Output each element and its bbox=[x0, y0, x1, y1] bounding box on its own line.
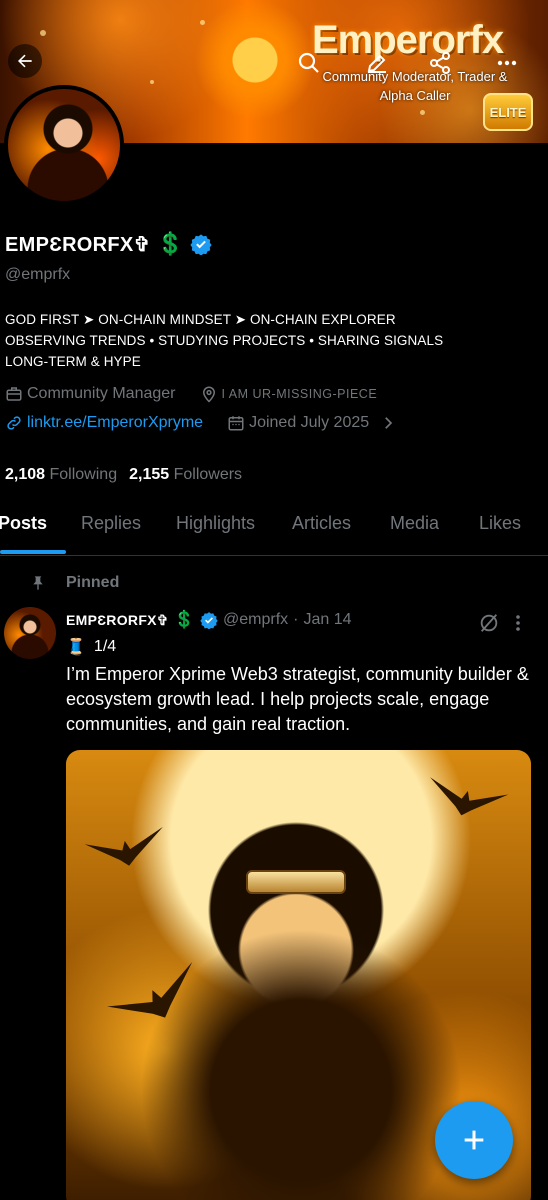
post-separator: · bbox=[293, 611, 299, 628]
post-author-avatar[interactable] bbox=[4, 607, 56, 659]
thread-icon: 🧵 bbox=[66, 639, 86, 656]
compose-button[interactable] bbox=[435, 1101, 513, 1179]
dollar-emoji: 💲 bbox=[156, 231, 185, 256]
post-header: EMPƐRORFX✞ 💲 @emprfx · Jan 14 bbox=[66, 610, 352, 630]
profile-meta-row-1: Community Manager I AM UR-MISSING-PIECE bbox=[5, 385, 377, 403]
post-text: I’m Emperor Xprime Web3 strategist, comm… bbox=[66, 664, 529, 734]
tab-replies[interactable]: Replies bbox=[81, 508, 141, 556]
crow-silhouette bbox=[103, 958, 208, 1038]
share-icon bbox=[430, 52, 450, 74]
joined-label: Joined July 2025 bbox=[249, 414, 370, 431]
profile-avatar[interactable] bbox=[4, 85, 124, 205]
verified-badge-icon[interactable] bbox=[190, 233, 212, 255]
compose-plus-icon bbox=[464, 1130, 484, 1150]
search-button[interactable] bbox=[294, 48, 324, 78]
back-button[interactable] bbox=[8, 44, 42, 78]
edit-icon bbox=[367, 54, 386, 73]
website-item[interactable]: linktr.ee/EmperorXpryme bbox=[5, 414, 203, 432]
followers-label: Followers bbox=[173, 466, 243, 483]
category-item: Community Manager bbox=[5, 385, 176, 403]
thread-marker: 🧵 1/4 bbox=[66, 637, 116, 657]
thread-count: 1/4 bbox=[93, 638, 117, 655]
tab-posts[interactable]: Posts bbox=[0, 508, 47, 556]
post-more-icon bbox=[516, 615, 520, 631]
crow-silhouette bbox=[423, 770, 510, 825]
pinned-indicator: Pinned bbox=[30, 574, 119, 592]
location-label: I AM UR-MISSING-PIECE bbox=[221, 387, 378, 401]
joined-item[interactable]: Joined July 2025 bbox=[227, 414, 397, 432]
verified-badge-icon[interactable] bbox=[200, 611, 218, 629]
banner-title: Emperorfx bbox=[312, 18, 504, 62]
profile-tabs: Posts Replies Highlights Articles Media … bbox=[0, 508, 548, 556]
pin-icon bbox=[33, 576, 43, 590]
more-icon bbox=[497, 60, 517, 66]
post-date[interactable]: Jan 14 bbox=[303, 611, 351, 629]
post-more-button[interactable] bbox=[508, 610, 528, 636]
tab-highlights[interactable]: Highlights bbox=[176, 508, 255, 556]
tab-likes[interactable]: Likes bbox=[479, 508, 521, 556]
link-icon bbox=[7, 416, 21, 430]
display-name: EMPƐRORFX✞ bbox=[5, 233, 151, 256]
grok-icon bbox=[480, 614, 498, 632]
tab-articles[interactable]: Articles bbox=[292, 508, 351, 556]
followers-count: 2,155 bbox=[129, 466, 170, 483]
more-button[interactable] bbox=[490, 48, 524, 78]
search-icon bbox=[298, 52, 319, 73]
location-pin-icon bbox=[202, 386, 215, 403]
following-stat[interactable]: 2,108 Following bbox=[5, 466, 117, 484]
headband bbox=[246, 870, 346, 894]
profile-bio: GOD FIRST ➤ ON-CHAIN MINDSET ➤ ON-CHAIN … bbox=[5, 309, 443, 372]
crow-silhouette bbox=[83, 823, 168, 872]
chevron-right-icon bbox=[385, 417, 393, 429]
profile-name-row: EMPƐRORFX✞ 💲 bbox=[5, 231, 212, 257]
bio-line: LONG-TERM & HYPE bbox=[5, 354, 141, 369]
bio-line: GOD FIRST ➤ ON-CHAIN MINDSET ➤ ON-CHAIN … bbox=[5, 312, 396, 327]
dollar-emoji: 💲 bbox=[173, 610, 196, 629]
location-item: I AM UR-MISSING-PIECE bbox=[200, 385, 378, 403]
category-label: Community Manager bbox=[27, 385, 176, 402]
website-link[interactable]: linktr.ee/EmperorXpryme bbox=[27, 414, 203, 432]
following-count: 2,108 bbox=[5, 466, 46, 483]
active-tab-indicator bbox=[0, 550, 66, 554]
post-author-handle: @emprfx bbox=[223, 611, 289, 628]
following-label: Following bbox=[49, 466, 118, 483]
followers-stat[interactable]: 2,155 Followers bbox=[129, 466, 242, 484]
follow-stats: 2,108 Following 2,155 Followers bbox=[5, 466, 242, 484]
pinned-label: Pinned bbox=[66, 574, 120, 591]
edit-button[interactable] bbox=[362, 48, 392, 78]
post-author-name[interactable]: EMPƐRORFX✞ bbox=[66, 612, 169, 629]
calendar-icon bbox=[228, 416, 244, 431]
tab-media[interactable]: Media bbox=[390, 508, 439, 556]
profile-handle: @emprfx bbox=[5, 266, 71, 283]
back-arrow-icon bbox=[18, 54, 32, 68]
grok-button[interactable] bbox=[476, 610, 502, 636]
share-button[interactable] bbox=[425, 48, 455, 78]
briefcase-icon bbox=[6, 387, 22, 401]
bio-line: OBSERVING TRENDS • STUDYING PROJECTS • S… bbox=[5, 333, 444, 348]
elite-badge: ELITE bbox=[483, 93, 533, 131]
profile-meta-row-2: linktr.ee/EmperorXpryme Joined July 2025 bbox=[5, 414, 397, 432]
